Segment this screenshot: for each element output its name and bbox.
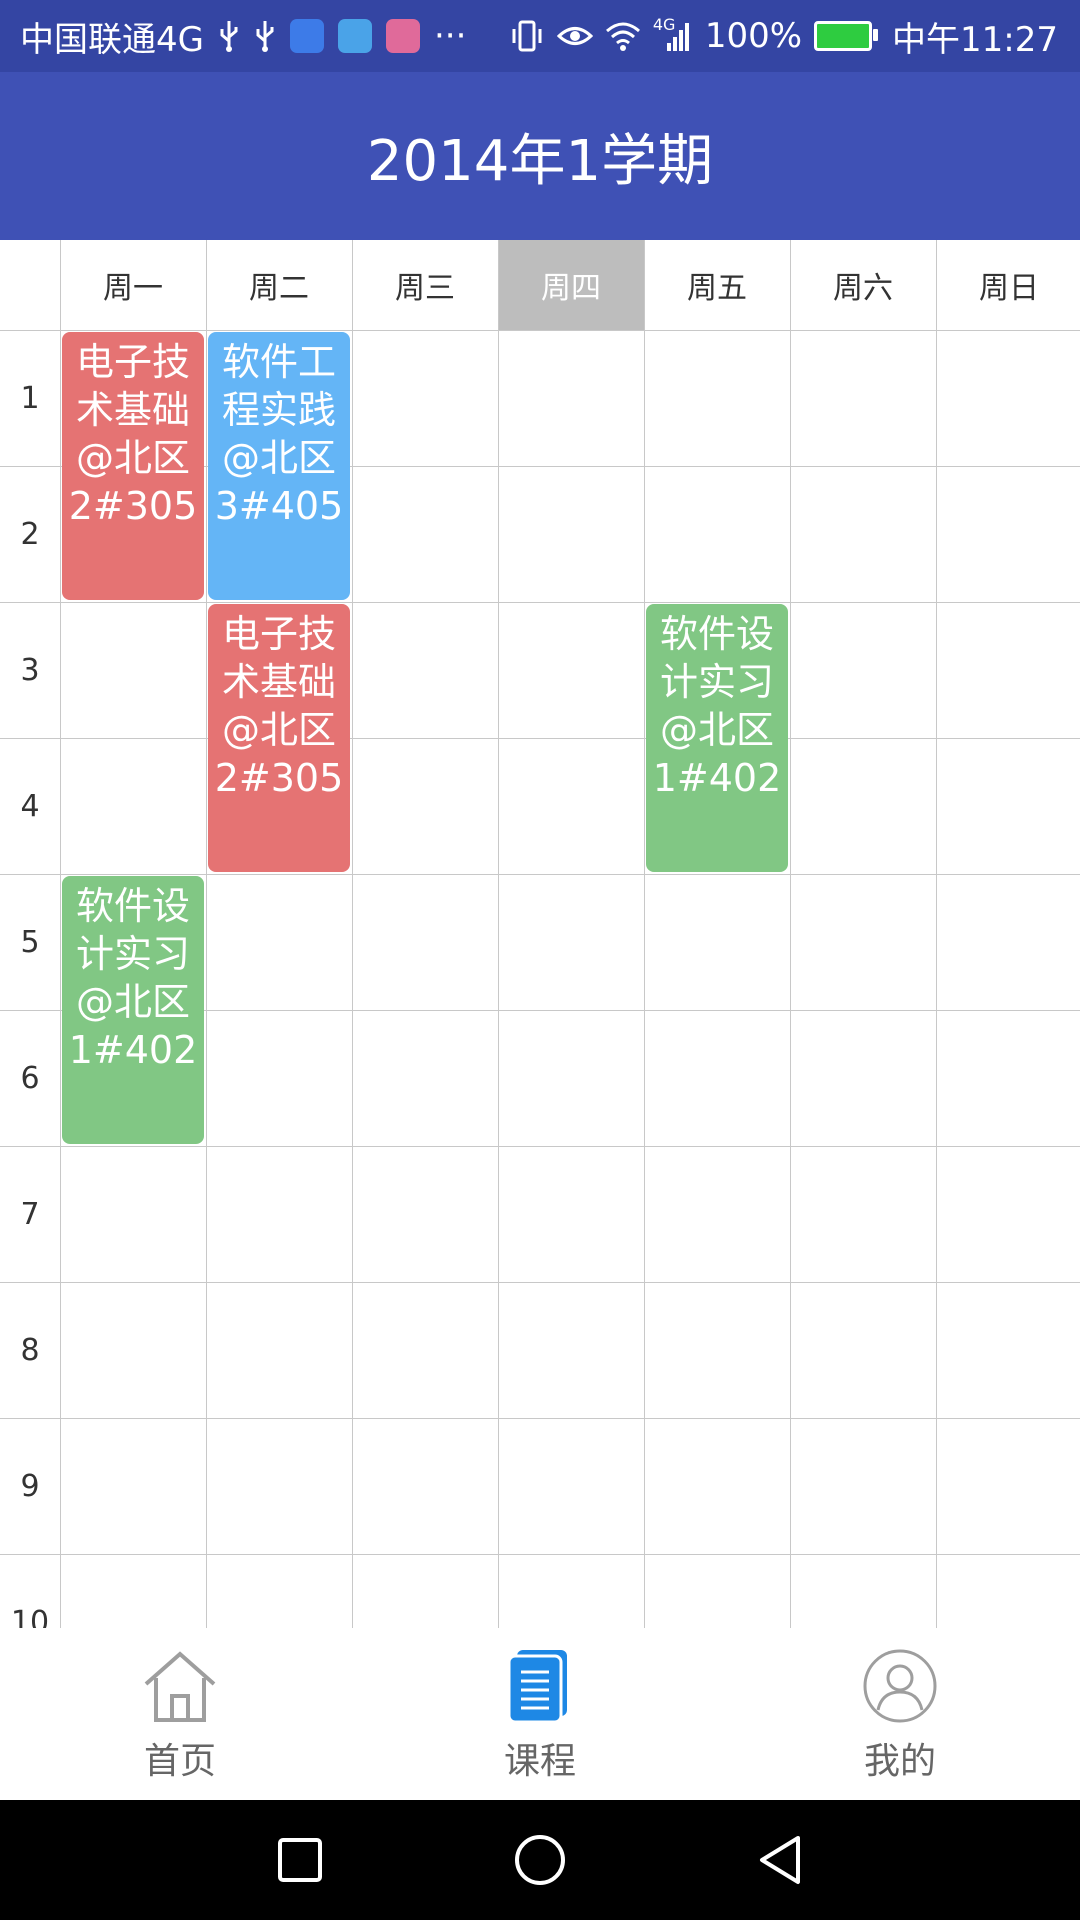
grid-line: [936, 240, 937, 1628]
course-block[interactable]: 电子技术基础@北区2#305: [208, 604, 350, 872]
recent-apps-icon[interactable]: [270, 1830, 330, 1890]
day-header: 周四: [498, 240, 644, 330]
nav-profile-label: 我的: [863, 1741, 936, 1782]
bottom-navigation: 首页 课程 我的: [0, 1628, 1080, 1800]
network-type-label: 4G: [652, 15, 676, 34]
usb-icon: [218, 19, 240, 53]
course-list-icon: [500, 1646, 580, 1726]
back-icon[interactable]: [750, 1830, 810, 1890]
day-header: 周六: [833, 271, 893, 306]
grid-line: [0, 602, 1080, 603]
wifi-icon: [605, 21, 641, 51]
baidu-app-icon: [289, 19, 324, 53]
grid-line: [0, 1146, 1080, 1147]
day-header: 周二: [249, 271, 309, 306]
nav-profile[interactable]: 我的: [720, 1628, 1080, 1800]
profile-icon: [860, 1646, 940, 1726]
period-number: 1: [20, 380, 40, 416]
vibrate-icon: [509, 19, 545, 53]
day-header: 周一: [103, 271, 163, 306]
period-number: 10: [10, 1604, 50, 1629]
period-number: 9: [20, 1468, 40, 1504]
grid-line: [498, 240, 499, 1628]
more-indicator: ···: [433, 16, 467, 56]
battery-icon: [814, 21, 879, 51]
grid-line: [0, 1282, 1080, 1283]
course-block[interactable]: 软件设计实习@北区1#402: [62, 876, 204, 1144]
bilibili-app-icon: [385, 19, 420, 53]
grid-line: [352, 240, 353, 1628]
period-number: 8: [20, 1332, 40, 1368]
timetable-grid: 周一 周二 周三 周四 周五 周六 周日 1 2 3 4 5 6 7 8 9 10 电子技术基础@北区2#305 软…: [0, 240, 1080, 1628]
system-navigation-bar: [0, 1800, 1080, 1920]
grid-line: [206, 240, 207, 1628]
app-bar: 2014年1学期: [0, 72, 1080, 240]
home-icon: [140, 1646, 220, 1726]
nav-home[interactable]: 首页: [0, 1628, 360, 1800]
navigation-app-icon: [337, 19, 372, 53]
carrier-label: 中国联通4G: [20, 19, 204, 60]
eye-icon: [556, 21, 593, 51]
period-number: 4: [20, 788, 40, 824]
period-number: 7: [20, 1196, 40, 1232]
grid-line: [644, 240, 645, 1628]
usb-icon: [254, 19, 276, 53]
status-bar: 中国联通4G ··· 4G 100% 中午11:27: [0, 0, 1080, 72]
grid-line: [790, 240, 791, 1628]
battery-percent: 100%: [704, 16, 803, 56]
day-header: 周三: [395, 271, 455, 306]
period-number: 2: [20, 516, 40, 552]
grid-line: [0, 1554, 1080, 1555]
grid-line: [0, 738, 1080, 739]
course-block[interactable]: 软件工程实践@北区3#405: [208, 332, 350, 600]
course-block[interactable]: 软件设计实习@北区1#402: [646, 604, 788, 872]
grid-line: [60, 240, 61, 1628]
day-header: 周五: [687, 271, 747, 306]
grid-line: [0, 874, 1080, 875]
nav-home-label: 首页: [143, 1741, 216, 1782]
clock: 中午11:27: [892, 19, 1058, 60]
period-number: 6: [20, 1060, 40, 1096]
grid-line: [0, 330, 1080, 331]
signal-icon: 4G: [653, 15, 693, 53]
nav-courses-label: 课程: [503, 1741, 576, 1782]
course-block[interactable]: 电子技术基础@北区2#305: [62, 332, 204, 600]
period-number: 5: [20, 924, 40, 960]
grid-line: [0, 1418, 1080, 1419]
period-number: 3: [20, 652, 40, 688]
nav-courses[interactable]: 课程: [360, 1628, 720, 1800]
day-header: 周日: [979, 271, 1039, 306]
page-title: 2014年1学期: [366, 128, 714, 194]
home-button-icon[interactable]: [510, 1830, 570, 1890]
